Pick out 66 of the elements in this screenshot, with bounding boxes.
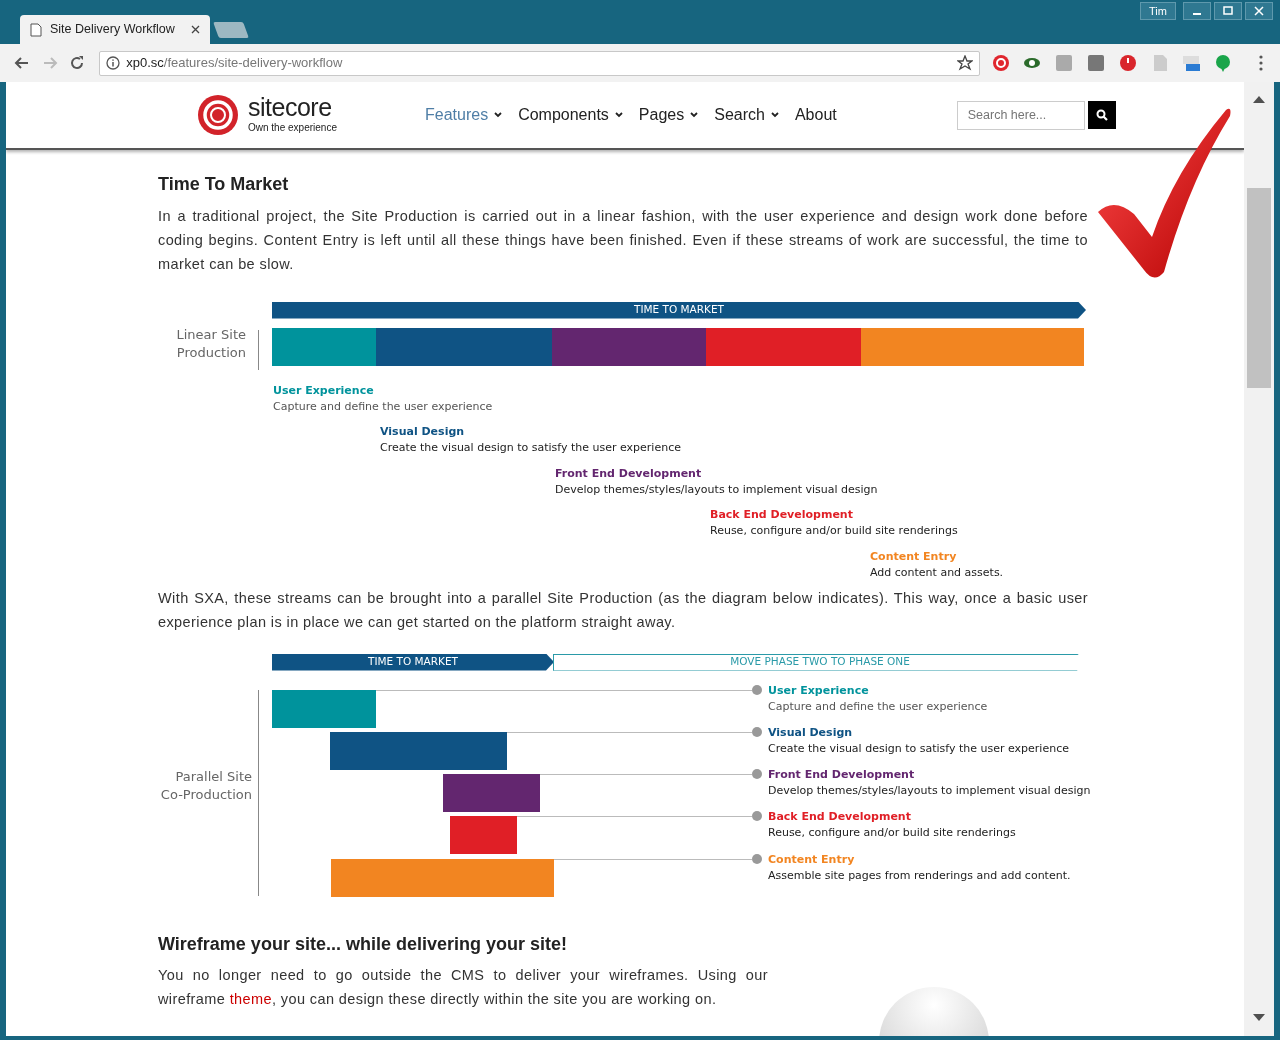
search-icon bbox=[1095, 109, 1108, 121]
section-heading: Wireframe your site... while delivering your site! bbox=[158, 933, 568, 956]
bullet-dot bbox=[752, 684, 762, 695]
power-extension-icon[interactable] bbox=[1118, 54, 1137, 72]
square-extension-icon[interactable] bbox=[1087, 54, 1106, 72]
bullet-dot bbox=[752, 726, 762, 737]
circle-extension-icon[interactable] bbox=[991, 54, 1010, 72]
diagram-label: Parallel Site Co-Production bbox=[159, 767, 252, 804]
page-icon bbox=[30, 22, 42, 37]
scroll-up-icon[interactable] bbox=[1253, 95, 1265, 103]
scrollbar-thumb[interactable] bbox=[1247, 188, 1271, 388]
paragraph: With SXA, these streams can be brought into a parallel Site Production (as the diagram below indicates). This way, once a basic user experience plan is in place we can get started on the platform straight away. bbox=[158, 588, 1088, 632]
stage-title: User Experience bbox=[768, 682, 870, 699]
address-bar[interactable]: xp0.sc/features/site-delivery-workflow bbox=[99, 50, 980, 76]
tab-title: Site Delivery Workflow bbox=[50, 21, 176, 39]
nav-menu-item[interactable]: Features bbox=[423, 103, 505, 127]
stage-title: Visual Design bbox=[380, 424, 466, 441]
search-button[interactable] bbox=[1087, 101, 1116, 129]
stage-description: Create the visual design to satisfy the user experience bbox=[768, 740, 1069, 757]
nav-menu-item[interactable]: Components bbox=[516, 103, 625, 127]
stage-description: Create the visual design to satisfy the user experience bbox=[380, 440, 681, 457]
nav-menu-item[interactable]: Pages bbox=[636, 103, 701, 127]
browser-tab[interactable]: Site Delivery Workflow bbox=[20, 15, 210, 44]
bullet-dot bbox=[752, 768, 762, 779]
stage-title: Front End Development bbox=[555, 465, 703, 482]
stage-description: Add content and assets. bbox=[870, 564, 1004, 581]
toggle-extension-icon[interactable] bbox=[1182, 54, 1201, 72]
stage-title: User Experience bbox=[273, 382, 375, 399]
paragraph: You no longer need to go outside the CMS to deliver your wireframes. Using our wireframe theme, you can design these directly within the site you are working on. bbox=[158, 966, 768, 1010]
stage-title: Visual Design bbox=[768, 724, 854, 741]
nav-menu-item[interactable]: Search bbox=[712, 103, 781, 127]
logo-tagline: Own the experience bbox=[248, 121, 337, 135]
nav-menu-item[interactable]: About bbox=[792, 103, 839, 127]
stage-title: Content Entry bbox=[768, 851, 856, 868]
new-tab-button[interactable] bbox=[213, 22, 249, 38]
stage-description: Assemble site pages from renderings and add content. bbox=[768, 867, 1071, 884]
section-heading: Time To Market bbox=[158, 174, 290, 196]
scroll-down-icon[interactable] bbox=[1253, 1014, 1265, 1022]
paragraph: In a traditional project, the Site Production is carried out in a linear fashion, with the user experience and design work done before coding begins. Content Entry is left until all these things have been finished. Even if these streams of work are successful, the time to market can be slow. bbox=[158, 206, 1088, 274]
bullet-dot bbox=[752, 810, 762, 821]
stage-description: Develop themes/styles/layouts to implement visual design bbox=[768, 782, 1091, 799]
stage-description: Capture and define the user experience bbox=[273, 398, 493, 415]
maximize-icon[interactable] bbox=[1221, 5, 1235, 17]
info-icon bbox=[106, 56, 121, 70]
profile-button[interactable]: Tim bbox=[1140, 2, 1176, 20]
bubble-extension-icon[interactable] bbox=[1214, 54, 1233, 72]
diagram-label: Linear Site Production bbox=[175, 325, 246, 362]
stage-title: Back End Development bbox=[710, 507, 854, 524]
star-icon[interactable] bbox=[956, 55, 973, 71]
stage-description: Reuse, configure and/or build site renderings bbox=[768, 824, 1016, 841]
search-field[interactable]: Search here... bbox=[956, 100, 1085, 130]
scrollbar[interactable] bbox=[1244, 82, 1274, 1036]
close-icon[interactable] bbox=[1252, 5, 1266, 17]
stage-description: Capture and define the user experience bbox=[768, 698, 988, 715]
stage-title: Back End Development bbox=[768, 808, 912, 825]
address-text: xp0.sc/features/site-delivery-workflow bbox=[126, 54, 344, 73]
menu-icon[interactable] bbox=[1259, 55, 1264, 71]
stage-title: Front End Development bbox=[768, 766, 916, 783]
logo-icon bbox=[196, 93, 240, 137]
stage-title: Content Entry bbox=[870, 548, 958, 565]
bullet-dot bbox=[752, 853, 762, 864]
stage-description: Develop themes/styles/layouts to implement visual design bbox=[555, 481, 878, 498]
stage-description: Reuse, configure and/or build site renderings bbox=[710, 523, 958, 540]
logo-text: sitecore bbox=[248, 95, 333, 120]
theme-link[interactable]: theme bbox=[229, 991, 272, 1008]
close-icon[interactable] bbox=[191, 25, 200, 34]
